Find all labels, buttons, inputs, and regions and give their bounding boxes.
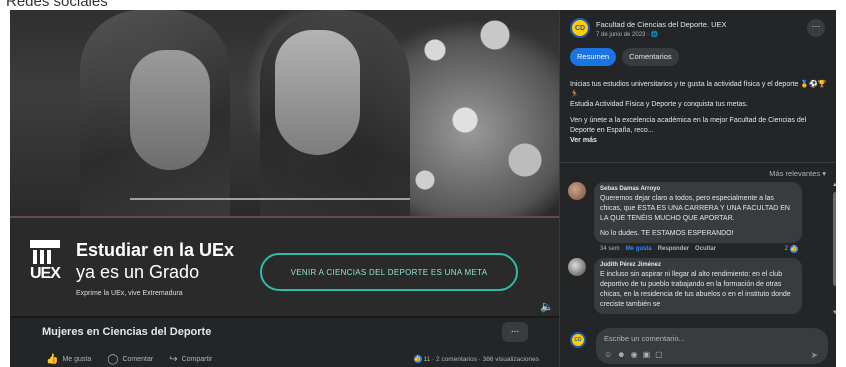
avatar[interactable] <box>568 258 586 276</box>
like-button[interactable]: 👍 Me gusta <box>46 354 91 365</box>
comment-like-count[interactable]: 2 👍 <box>785 245 798 253</box>
comment-item: Judith Pérez Jiménez E incluso sin aspir… <box>568 258 826 314</box>
scroll-down-icon[interactable]: ▼ <box>832 310 836 316</box>
comment-like-button[interactable]: Me gusta <box>626 246 652 252</box>
comment-bubble: Sebas Damas Arroyo Queremos dejar claro … <box>594 182 802 243</box>
post-more-button[interactable]: ... <box>502 322 528 342</box>
uex-logo: UEX <box>30 240 61 296</box>
thumbs-up-icon: 👍 <box>46 354 59 365</box>
avatar[interactable] <box>568 182 586 200</box>
banner-title-line1: Estudiar en la UEx <box>76 240 235 260</box>
comment-time[interactable]: 34 sem <box>600 246 620 252</box>
divider <box>560 162 836 163</box>
comment-text: Queremos dejar claro a todos, pero espec… <box>600 195 790 237</box>
sticker-icon[interactable]: ▢ <box>655 350 663 359</box>
sidebar-tabs: Resumen Comentarios <box>570 48 679 66</box>
comment-composer[interactable]: ☺ ☻ ◉ ▣ ▢ ➤ <box>596 328 828 364</box>
comment-item: Sebas Damas Arroyo Queremos dejar claro … <box>568 182 826 253</box>
camera-icon[interactable]: ◉ <box>631 350 638 359</box>
cta-badge: VENIR A CIENCIAS DEL DEPORTE ES UNA META <box>260 253 518 291</box>
comment-input[interactable] <box>604 332 804 344</box>
comment-icon: ◯ <box>107 354 119 365</box>
caret-down-icon: ▾ <box>822 169 826 178</box>
promo-banner: UEX Estudiar en la UEx ya es un Grado Ex… <box>10 216 559 316</box>
photo-stem <box>130 198 410 200</box>
banner-title-line2: ya es un Grado <box>76 262 200 282</box>
comment-text: E incluso sin aspirar ni llegar al alto … <box>600 271 791 308</box>
photo-face-left <box>130 50 210 170</box>
avatar-sticker-icon[interactable]: ☺ <box>604 350 612 359</box>
share-icon: ↪ <box>169 354 178 365</box>
comment-author[interactable]: Judith Pérez Jiménez <box>600 262 796 268</box>
comment-author[interactable]: Sebas Damas Arroyo <box>600 186 796 192</box>
post-sidebar: CD Facultad de Ciencias del Deporte. UEX… <box>559 10 836 367</box>
post-title: Mujeres en Ciencias del Deporte <box>42 326 212 338</box>
post-stats[interactable]: 👍 11 · 2 comentarios · 386 visualizacion… <box>413 355 539 363</box>
page-avatar[interactable]: CD <box>570 18 590 38</box>
comment-bubble: Judith Pérez Jiménez E incluso sin aspir… <box>594 258 802 314</box>
scroll-up-icon[interactable]: ▲ <box>832 182 836 188</box>
post-date[interactable]: 7 de junio de 2023 · 🌐 <box>596 31 658 38</box>
comment-sort-dropdown[interactable]: Más relevantes ▾ <box>769 169 826 178</box>
share-button[interactable]: ↪ Compartir <box>169 354 212 365</box>
volume-icon[interactable]: 🔈 <box>540 300 554 313</box>
banner-subtitle: Exprime la UEx, vive Extremadura <box>76 290 183 297</box>
photo-flowers <box>405 10 559 216</box>
tab-resumen[interactable]: Resumen <box>570 48 617 66</box>
like-reaction-icon: 👍 <box>790 245 798 253</box>
avatar: CD <box>570 332 586 348</box>
post-description: Inicias tus estudios universitarios y te… <box>570 81 827 144</box>
comment-list: Sebas Damas Arroyo Queremos dejar claro … <box>568 182 826 322</box>
comment-button[interactable]: ◯ Comentar <box>107 354 153 365</box>
media-area: UEX Estudiar en la UEx ya es un Grado Ex… <box>10 10 559 367</box>
gif-icon[interactable]: ▣ <box>643 350 651 359</box>
comment-hide-button[interactable]: Ocultar <box>695 246 716 252</box>
globe-icon: 🌐 <box>650 32 659 38</box>
see-more-link[interactable]: Ver más <box>570 137 597 144</box>
emoji-icon[interactable]: ☻ <box>617 350 625 359</box>
sidebar-more-button[interactable]: ··· <box>807 19 825 37</box>
like-reaction-icon: 👍 <box>413 355 422 363</box>
comment-reply-button[interactable]: Responder <box>658 246 689 252</box>
composer-tools: ☺ ☻ ◉ ▣ ▢ <box>604 350 663 359</box>
post-info-bar: Mujeres en Ciencias del Deporte ... 👍 Me … <box>10 318 559 367</box>
send-icon[interactable]: ➤ <box>810 350 818 361</box>
scrollbar-thumb[interactable] <box>833 192 836 286</box>
tab-comentarios[interactable]: Comentarios <box>622 48 679 66</box>
photo-face-right <box>275 30 360 155</box>
post-actions: 👍 Me gusta ◯ Comentar ↪ Compartir <box>46 354 212 365</box>
photo-viewer: UEX Estudiar en la UEx ya es un Grado Ex… <box>10 10 836 367</box>
post-photo[interactable] <box>10 10 559 216</box>
page-heading: Redes sociales <box>6 0 108 10</box>
page-name-link[interactable]: Facultad de Ciencias del Deporte. UEX <box>596 20 727 29</box>
comment-meta: 34 sem Me gusta Responder Ocultar 2 👍 <box>600 245 826 253</box>
